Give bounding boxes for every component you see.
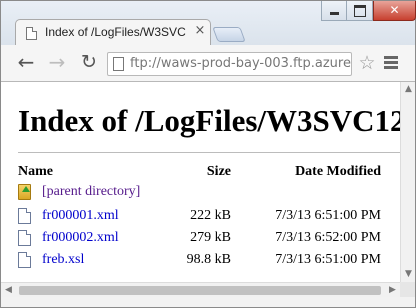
- scroll-right-arrow-icon[interactable]: ▶: [385, 283, 400, 298]
- table-row: fr000001.xml 222 kB 7/3/13 6:51:00 PM: [1, 207, 400, 227]
- file-icon: [18, 208, 31, 224]
- parent-directory-icon: [18, 184, 31, 200]
- tab-close-icon[interactable]: ×: [193, 23, 207, 39]
- file-link[interactable]: fr000001.xml: [42, 208, 119, 224]
- page-title: Index of /LogFiles/W3SVC12: [18, 103, 400, 138]
- file-link[interactable]: fr000002.xml: [42, 230, 119, 246]
- close-icon: ✕: [389, 3, 400, 17]
- horizontal-scrollbar[interactable]: ◀ ▶: [1, 282, 400, 297]
- scroll-up-arrow-icon[interactable]: ▲: [401, 82, 416, 97]
- scrollbar-thumb[interactable]: [19, 286, 381, 295]
- file-icon: [18, 252, 31, 268]
- file-icon: [18, 230, 31, 246]
- file-link[interactable]: freb.xsl: [42, 252, 84, 268]
- page-icon: [26, 27, 37, 40]
- tab-strip: Index of /LogFiles/W3SVC × ✕: [1, 1, 416, 46]
- scrollbar-corner: [400, 282, 415, 297]
- tab-title: Index of /LogFiles/W3SVC: [45, 25, 186, 39]
- list-item-parent: [parent directory]: [1, 183, 400, 203]
- scroll-left-arrow-icon[interactable]: ◀: [1, 283, 16, 298]
- page-content: Index of /LogFiles/W3SVC12 Name Size Dat…: [1, 82, 400, 282]
- new-tab-button[interactable]: [212, 27, 246, 42]
- url-text: ftp://waws-prod-bay-003.ftp.azure: [130, 56, 351, 71]
- file-date: 7/3/13 6:52:00 PM: [275, 230, 381, 245]
- browser-window: Index of /LogFiles/W3SVC × ✕ ← → ↻ ftp:/…: [0, 0, 416, 308]
- parent-directory-link[interactable]: [parent directory]: [42, 184, 140, 200]
- table-row: freb.xsl 98.8 kB 7/3/13 6:51:00 PM: [1, 251, 400, 271]
- column-header-date[interactable]: Date Modified: [251, 164, 381, 180]
- file-size: 222 kB: [190, 208, 231, 223]
- file-date: 7/3/13 6:51:00 PM: [275, 252, 381, 267]
- vertical-scrollbar[interactable]: ▲ ▼: [400, 82, 415, 282]
- tab-active[interactable]: Index of /LogFiles/W3SVC ×: [15, 19, 211, 46]
- file-size: 279 kB: [190, 230, 231, 245]
- scroll-down-arrow-icon[interactable]: ▼: [401, 267, 416, 282]
- bookmark-star-icon[interactable]: ☆: [357, 52, 377, 74]
- divider: [18, 152, 400, 153]
- maximize-button[interactable]: [347, 1, 373, 21]
- browser-toolbar: ← → ↻ ftp://waws-prod-bay-003.ftp.azure …: [1, 45, 415, 82]
- address-bar[interactable]: ftp://waws-prod-bay-003.ftp.azure: [107, 52, 352, 76]
- file-date: 7/3/13 6:51:00 PM: [275, 208, 381, 223]
- minimize-button[interactable]: [321, 1, 347, 21]
- file-size: 98.8 kB: [186, 252, 231, 267]
- window-bottom-edge: [1, 297, 415, 307]
- reload-icon[interactable]: ↻: [77, 51, 101, 75]
- forward-arrow-icon[interactable]: →: [45, 51, 69, 75]
- back-arrow-icon[interactable]: ←: [14, 51, 38, 75]
- close-window-button[interactable]: ✕: [373, 1, 416, 21]
- column-header-size[interactable]: Size: [181, 164, 231, 180]
- column-header-name[interactable]: Name: [18, 164, 53, 180]
- table-row: fr000002.xml 279 kB 7/3/13 6:52:00 PM: [1, 229, 400, 249]
- page-icon: [113, 57, 124, 71]
- hamburger-menu-icon[interactable]: [384, 56, 398, 69]
